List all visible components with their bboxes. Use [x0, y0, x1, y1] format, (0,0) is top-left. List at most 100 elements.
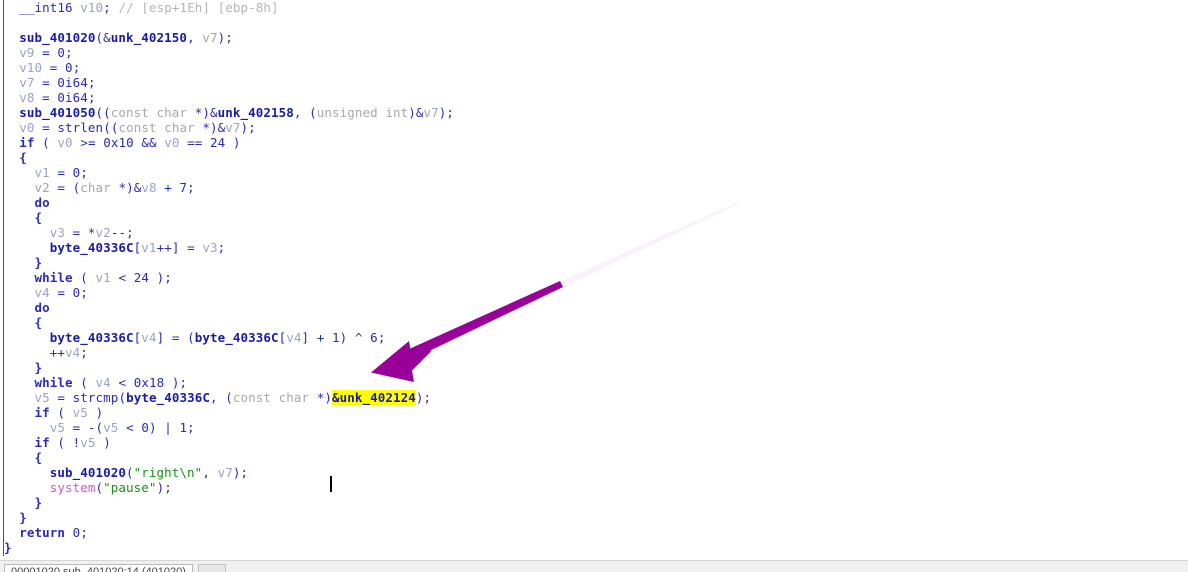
- code-line[interactable]: v0 = strlen((const char *)&v7);: [0, 120, 1188, 135]
- code-token: ;: [217, 240, 226, 255]
- keyword: while: [34, 270, 73, 285]
- code-line[interactable]: {: [0, 450, 1188, 465]
- code-token: (: [118, 390, 127, 405]
- code-token: ((: [103, 120, 119, 135]
- code-token: =: [49, 285, 73, 300]
- code-line[interactable]: v7 = 0i64;: [0, 75, 1188, 90]
- code-token: 24: [133, 270, 149, 285]
- code-token: ] = (: [156, 330, 195, 345]
- code-line[interactable]: v1 = 0;: [0, 165, 1188, 180]
- code-line[interactable]: v5 = strcmp(byte_40336C, (const char *)&…: [0, 390, 1188, 405]
- code-line[interactable]: sub_401020(&unk_402150, v7);: [0, 30, 1188, 45]
- local-variable: v8: [19, 90, 35, 105]
- local-variable: v7: [225, 120, 241, 135]
- code-token: {: [34, 315, 43, 330]
- code-line[interactable]: do: [0, 300, 1188, 315]
- code-line[interactable]: v10 = 0;: [0, 60, 1188, 75]
- code-token: 0: [65, 60, 73, 75]
- code-line[interactable]: byte_40336C[v4] = (byte_40336C[v4] + 1) …: [0, 330, 1188, 345]
- code-line[interactable]: {: [0, 210, 1188, 225]
- code-token: );: [156, 480, 172, 495]
- code-token: &&: [133, 135, 165, 150]
- code-token: );: [148, 270, 172, 285]
- local-variable: v7: [423, 105, 439, 120]
- code-line[interactable]: }: [0, 495, 1188, 510]
- code-line[interactable]: do: [0, 195, 1188, 210]
- code-line[interactable]: ++v4;: [0, 345, 1188, 360]
- code-token: 7: [179, 180, 188, 195]
- code-line[interactable]: if ( v0 >= 0x10 && v0 == 24 ): [0, 135, 1188, 150]
- code-line[interactable]: while ( v1 < 24 );: [0, 270, 1188, 285]
- type-keyword: const char: [118, 120, 203, 135]
- code-line[interactable]: {: [0, 150, 1188, 165]
- code-line[interactable]: }: [0, 255, 1188, 270]
- local-variable: v3: [49, 225, 66, 240]
- code-line[interactable]: if ( v5 ): [0, 405, 1188, 420]
- keyword: do: [34, 195, 50, 210]
- code-line[interactable]: v9 = 0;: [0, 45, 1188, 60]
- code-token: = *: [65, 225, 96, 240]
- code-token: ) |: [148, 420, 180, 435]
- code-token: *)&: [118, 180, 142, 195]
- code-line[interactable]: [0, 15, 1188, 30]
- code-line[interactable]: while ( v4 < 0x18 );: [0, 375, 1188, 390]
- keyword: while: [34, 375, 73, 390]
- code-token: }: [4, 540, 12, 555]
- code-line[interactable]: v2 = (char *)&v8 + 7;: [0, 180, 1188, 195]
- function-name: unk_402150: [110, 30, 188, 45]
- code-token: =: [34, 90, 58, 105]
- local-variable: v3: [202, 240, 218, 255]
- code-listing[interactable]: __int16 v10; // [esp+1Eh] [ebp-8h] sub_4…: [0, 0, 1188, 555]
- code-line[interactable]: sub_401050((const char *)&unk_402158, (u…: [0, 105, 1188, 120]
- local-variable: v10: [19, 60, 43, 75]
- code-line[interactable]: {: [0, 315, 1188, 330]
- code-token: 0i64: [57, 75, 88, 90]
- code-token: ==: [179, 135, 211, 150]
- code-token: =: [49, 390, 73, 405]
- code-line[interactable]: system("pause");: [0, 480, 1188, 495]
- code-token: );: [240, 120, 256, 135]
- code-token: strcmp: [72, 390, 119, 405]
- type-keyword: unsigned int: [316, 105, 409, 120]
- local-variable: v5: [103, 420, 119, 435]
- code-line[interactable]: __int16 v10; // [esp+1Eh] [ebp-8h]: [0, 0, 1188, 15]
- code-comment: // [esp+1Eh] [ebp-8h]: [118, 0, 279, 15]
- pseudocode-view[interactable]: __int16 v10; // [esp+1Eh] [ebp-8h] sub_4…: [0, 0, 1188, 560]
- code-token: ) ^: [339, 330, 371, 345]
- code-token: {: [34, 450, 43, 465]
- code-line[interactable]: }: [0, 540, 1188, 555]
- code-token: = (: [49, 180, 81, 195]
- code-token: 0: [141, 420, 149, 435]
- code-token: <: [110, 270, 134, 285]
- code-line[interactable]: v8 = 0i64;: [0, 90, 1188, 105]
- code-token: ;: [103, 0, 119, 15]
- code-line[interactable]: }: [0, 360, 1188, 375]
- code-line[interactable]: return 0;: [0, 525, 1188, 540]
- code-token: <: [118, 420, 142, 435]
- keyword: do: [34, 300, 50, 315]
- local-variable: v0: [19, 120, 35, 135]
- code-token: ;: [87, 90, 96, 105]
- code-line[interactable]: if ( !v5 ): [0, 435, 1188, 450]
- code-line[interactable]: }: [0, 510, 1188, 525]
- code-line[interactable]: v5 = -(v5 < 0) | 1;: [0, 420, 1188, 435]
- function-name: sub_401020: [19, 30, 96, 45]
- code-token: )&: [408, 105, 424, 120]
- code-line[interactable]: v3 = *v2--;: [0, 225, 1188, 240]
- local-variable: v9: [19, 45, 35, 60]
- code-line[interactable]: v4 = 0;: [0, 285, 1188, 300]
- code-token: ,: [202, 465, 218, 480]
- code-token: <: [110, 375, 134, 390]
- code-line[interactable]: byte_40336C[v1++] = v3;: [0, 240, 1188, 255]
- code-line[interactable]: sub_401020("right\n", v7);: [0, 465, 1188, 480]
- code-token: +: [156, 180, 180, 195]
- local-variable: v1: [34, 165, 50, 180]
